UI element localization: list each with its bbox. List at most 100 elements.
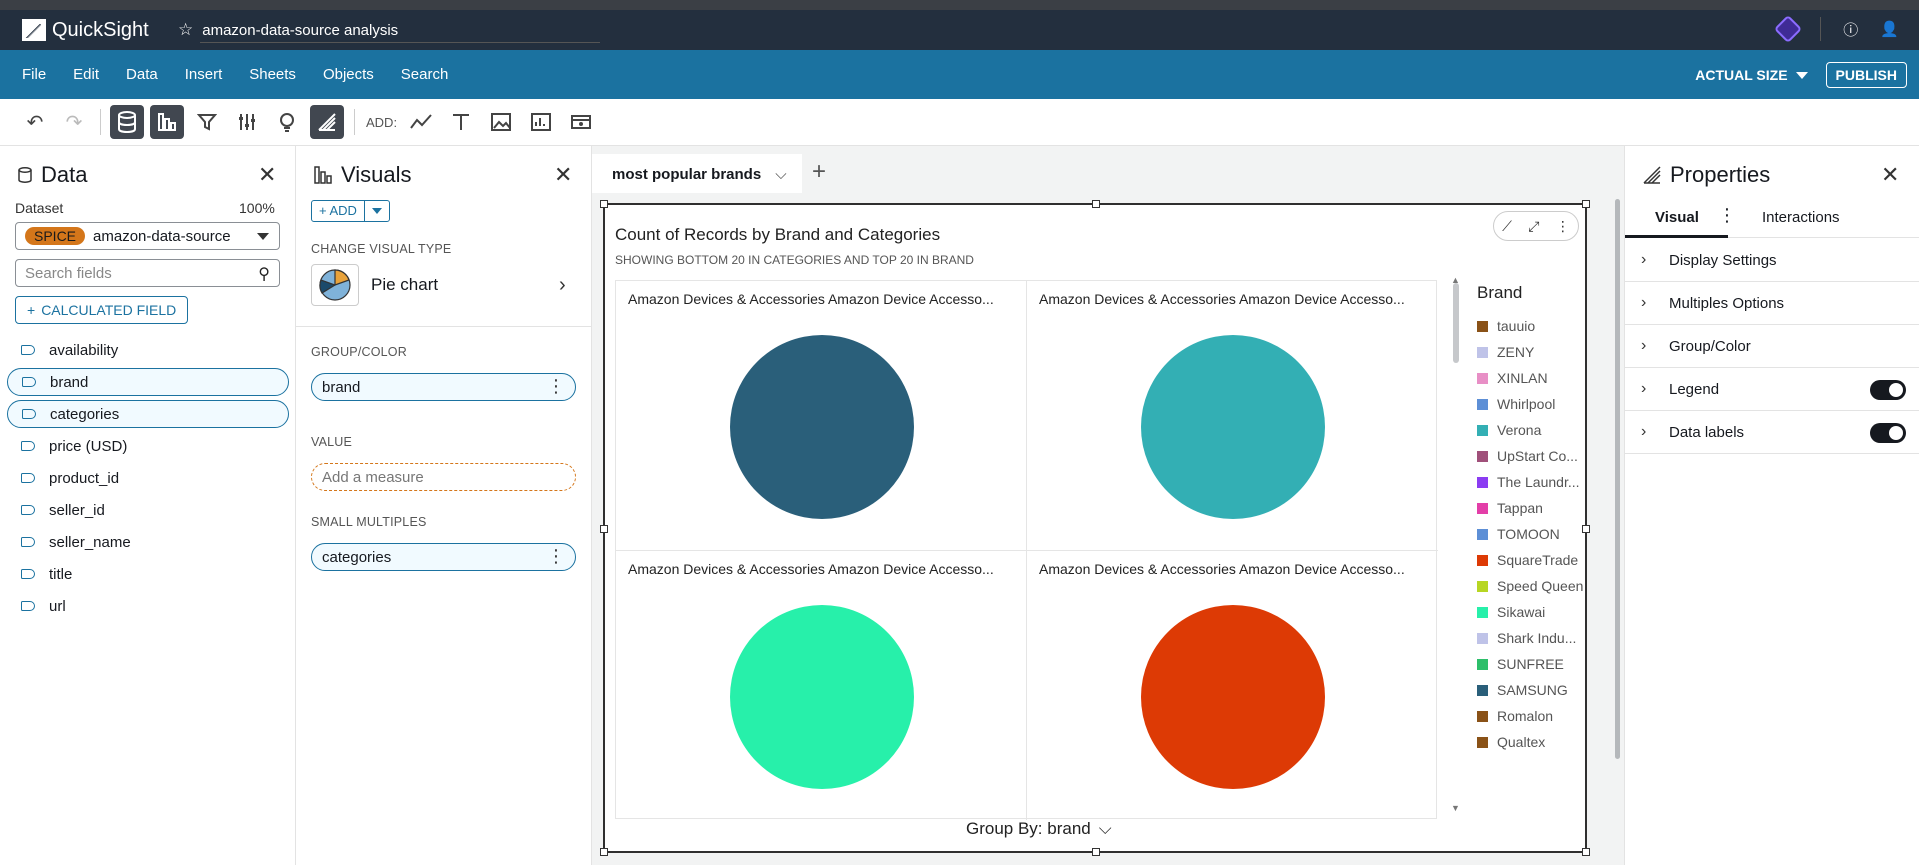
filter-icon[interactable] (190, 105, 224, 139)
value-well[interactable]: Add a measure (311, 463, 576, 491)
field-item[interactable]: title (7, 560, 289, 588)
data-pane-icon[interactable] (110, 105, 144, 139)
add-label[interactable]: + ADD (312, 201, 365, 221)
legend-item[interactable]: ZENY (1477, 344, 1534, 360)
q-assistant-icon[interactable] (1774, 14, 1803, 44)
section-group-color[interactable]: › Group/Color (1625, 325, 1919, 368)
legend-item[interactable]: Tappan (1477, 500, 1543, 516)
zoom-dropdown[interactable]: ACTUAL SIZE (1695, 67, 1808, 83)
resize-handle[interactable] (600, 848, 608, 856)
pie-slice[interactable] (730, 335, 914, 519)
menu-edit[interactable]: Edit (73, 66, 99, 83)
resize-handle[interactable] (1582, 525, 1590, 533)
caret-down-icon[interactable] (365, 201, 389, 221)
more-options-icon[interactable]: ⋮ (547, 546, 565, 567)
field-item[interactable]: seller_name (7, 528, 289, 556)
field-item[interactable]: availability (7, 336, 289, 364)
menu-file[interactable]: File (22, 66, 46, 83)
add-insight-icon[interactable] (524, 105, 558, 139)
visual-type-selector[interactable]: Pie chart (311, 264, 438, 306)
group-color-well[interactable]: brand ⋮ (311, 373, 576, 401)
pie-slice[interactable] (730, 605, 914, 789)
legend-item[interactable]: Shark Indu... (1477, 630, 1576, 646)
small-multiples-well[interactable]: categories ⋮ (311, 543, 576, 571)
pie-slice[interactable] (1141, 605, 1325, 789)
field-item[interactable]: brand (7, 368, 289, 396)
expand-icon[interactable]: ⤢ (1528, 218, 1539, 235)
add-visual-button[interactable]: + ADD (311, 200, 390, 222)
help-icon[interactable]: ⓘ (1843, 19, 1858, 40)
menu-data[interactable]: Data (126, 66, 158, 83)
menu-insert[interactable]: Insert (185, 66, 223, 83)
data-labels-toggle[interactable] (1870, 423, 1906, 443)
field-item[interactable]: url (7, 592, 289, 620)
legend-item[interactable]: tauuio (1477, 318, 1535, 334)
resize-handle[interactable] (1092, 848, 1100, 856)
pie-chart-visual[interactable]: Count of Records by Brand and Categories… (600, 200, 1590, 856)
legend-item[interactable]: SUNFREE (1477, 656, 1564, 672)
legend-item[interactable]: Romalon (1477, 708, 1553, 724)
search-fields-input[interactable]: Search fields ⚲ (15, 259, 280, 287)
insights-icon[interactable] (270, 105, 304, 139)
legend-item[interactable]: Sikawai (1477, 604, 1545, 620)
resize-handle[interactable] (1582, 848, 1590, 856)
legend-item[interactable]: Whirlpool (1477, 396, 1555, 412)
legend-item[interactable]: Qualtex (1477, 734, 1545, 750)
menu-sheets[interactable]: Sheets (249, 66, 296, 83)
add-embed-icon[interactable] (564, 105, 598, 139)
undo-icon[interactable]: ↶ (18, 105, 52, 139)
close-icon[interactable]: ✕ (554, 162, 572, 188)
close-icon[interactable]: ✕ (1881, 162, 1899, 188)
format-visual-icon[interactable]: ⟋ (1502, 218, 1512, 235)
section-legend[interactable]: › Legend (1625, 368, 1919, 411)
star-icon[interactable]: ☆ (178, 20, 193, 40)
menu-search[interactable]: Search (401, 66, 449, 83)
more-options-icon[interactable]: ⋮ (1556, 218, 1570, 235)
analysis-title-text[interactable]: amazon-data-source analysis (202, 22, 398, 39)
legend-item[interactable]: Speed Queen (1477, 578, 1583, 594)
legend-item[interactable]: UpStart Co... (1477, 448, 1578, 464)
tab-interactions[interactable]: Interactions (1762, 209, 1840, 226)
dataset-select[interactable]: SPICE amazon-data-source (15, 222, 280, 250)
scroll-down-icon[interactable]: ▼ (1451, 803, 1460, 813)
more-options-icon[interactable]: ⋮ (1718, 205, 1736, 226)
analysis-title[interactable]: ☆ amazon-data-source analysis (178, 20, 600, 43)
chevron-right-icon[interactable]: › (559, 274, 566, 297)
close-icon[interactable]: ✕ (258, 162, 276, 188)
pie-slice[interactable] (1141, 335, 1325, 519)
legend-item[interactable]: TOMOON (1477, 526, 1560, 542)
user-icon[interactable]: 👤 (1880, 20, 1899, 38)
legend-scrollbar[interactable] (1453, 283, 1459, 363)
publish-button[interactable]: PUBLISH (1825, 62, 1907, 88)
controls-icon[interactable] (230, 105, 264, 139)
scrollbar-thumb[interactable] (1615, 199, 1620, 759)
more-options-icon[interactable]: ⋮ (547, 376, 565, 397)
search-icon[interactable]: ⚲ (258, 264, 270, 284)
group-by-dropdown[interactable]: Group By: brand ⌵ (966, 819, 1112, 839)
add-sheet-icon[interactable]: + (812, 158, 826, 186)
legend-item[interactable]: SAMSUNG (1477, 682, 1568, 698)
sheet-tab[interactable]: most popular brands ⌵ (592, 154, 802, 193)
field-item[interactable]: price (USD) (7, 432, 289, 460)
field-item[interactable]: seller_id (7, 496, 289, 524)
redo-icon[interactable]: ↷ (57, 105, 91, 139)
section-multiples-options[interactable]: › Multiples Options (1625, 282, 1919, 325)
properties-pane-icon[interactable] (310, 105, 344, 139)
resize-handle[interactable] (1092, 200, 1100, 208)
canvas-scrollbar[interactable] (1612, 193, 1624, 865)
add-visual-icon[interactable] (404, 105, 438, 139)
legend-item[interactable]: Verona (1477, 422, 1541, 438)
legend-item[interactable]: SquareTrade (1477, 552, 1578, 568)
field-item[interactable]: product_id (7, 464, 289, 492)
visuals-pane-icon[interactable] (150, 105, 184, 139)
legend-toggle[interactable] (1870, 380, 1906, 400)
add-image-icon[interactable] (484, 105, 518, 139)
add-text-icon[interactable] (444, 105, 478, 139)
resize-handle[interactable] (600, 200, 608, 208)
resize-handle[interactable] (600, 525, 608, 533)
visual-title[interactable]: Count of Records by Brand and Categories (615, 225, 940, 245)
calculated-field-button[interactable]: + CALCULATED FIELD (15, 296, 189, 324)
legend-item[interactable]: XINLAN (1477, 370, 1548, 386)
resize-handle[interactable] (1582, 200, 1590, 208)
tab-visual[interactable]: Visual (1655, 209, 1699, 226)
